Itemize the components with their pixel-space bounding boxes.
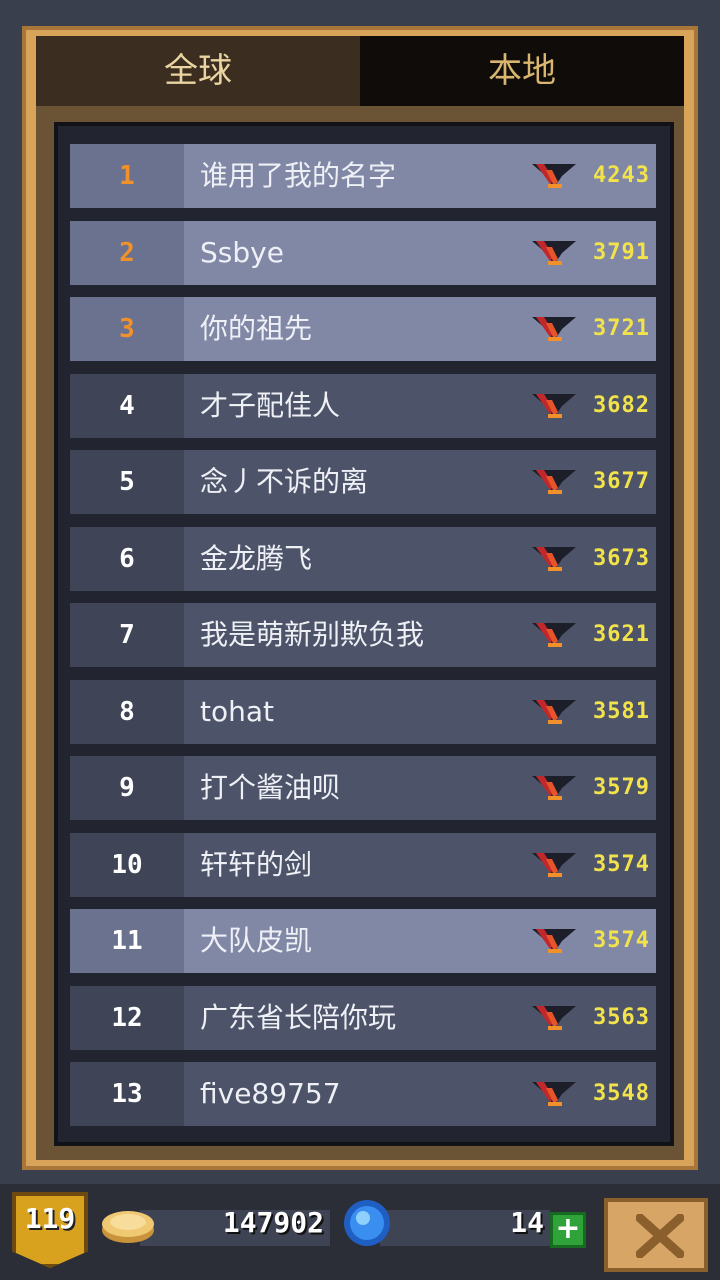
- rank-emblem-icon: [532, 240, 576, 265]
- rank-number: 3: [70, 297, 184, 361]
- rank-number: 10: [70, 832, 184, 897]
- rank-number: 6: [70, 526, 184, 591]
- rank-emblem-icon: [532, 623, 576, 647]
- leaderboard-row[interactable]: 10 轩轩的剑 3574: [70, 832, 656, 897]
- score-value: 3791: [593, 239, 650, 265]
- player-name: 谁用了我的名字: [184, 144, 656, 208]
- coin-icon: [102, 1211, 154, 1243]
- score-value: 3621: [593, 622, 650, 647]
- score-value: 3563: [593, 1004, 650, 1030]
- leaderboard-frame: 全球 本地 1 谁用了我的名字 4243 2 Ssbye 3791 3 你的祖先 3721 4 才子…: [22, 26, 698, 1170]
- level-value: 119: [24, 1202, 76, 1235]
- rank-emblem-icon: [532, 776, 576, 800]
- score-value: 3581: [593, 698, 650, 724]
- leaderboard-row[interactable]: 2 Ssbye 3791: [70, 220, 656, 285]
- player-name: 轩轩的剑: [184, 832, 656, 897]
- player-name: 才子配佳人: [184, 373, 656, 438]
- leaderboard-panel: 全球 本地 1 谁用了我的名字 4243 2 Ssbye 3791 3 你的祖先 3721 4 才子…: [36, 36, 684, 1160]
- leaderboard-row[interactable]: 6 金龙腾飞 3673: [70, 526, 656, 591]
- player-name: 念丿不诉的离: [184, 450, 656, 514]
- tab-bar: 全球 本地: [36, 36, 684, 106]
- leaderboard-row[interactable]: 11 大队皮凯 3574: [70, 909, 656, 973]
- player-name: 打个酱油呗: [184, 756, 656, 820]
- rank-emblem-icon: [532, 852, 576, 877]
- rank-number: 1: [70, 144, 184, 208]
- leaderboard-row[interactable]: 13 five89757 3548: [70, 1062, 656, 1126]
- resource-bar: 119 147902 14 +: [0, 1184, 720, 1280]
- leaderboard-list[interactable]: 1 谁用了我的名字 4243 2 Ssbye 3791 3 你的祖先 3721 4 才子配佳人 368…: [54, 122, 674, 1146]
- score-value: 3682: [593, 392, 650, 418]
- level-badge: 119: [12, 1192, 88, 1268]
- rank-emblem-icon: [532, 929, 576, 953]
- player-name: 大队皮凯: [184, 909, 656, 973]
- leaderboard-row[interactable]: 1 谁用了我的名字 4243: [70, 144, 656, 208]
- player-name: tohat: [184, 679, 656, 744]
- rank-emblem-icon: [532, 1082, 576, 1106]
- coin-count: 147902: [222, 1206, 324, 1239]
- add-gems-button[interactable]: +: [550, 1212, 586, 1248]
- close-icon: [636, 1214, 684, 1258]
- rank-number: 7: [70, 603, 184, 667]
- close-button[interactable]: [604, 1198, 708, 1272]
- score-value: 3673: [593, 545, 650, 571]
- player-name: 广东省长陪你玩: [184, 985, 656, 1050]
- player-name: 金龙腾飞: [184, 526, 656, 591]
- score-value: 3677: [593, 469, 650, 494]
- gem-count: 14: [510, 1206, 544, 1239]
- rank-number: 9: [70, 756, 184, 820]
- score-value: 3721: [593, 316, 650, 341]
- score-value: 3574: [593, 851, 650, 877]
- rank-number: 4: [70, 373, 184, 438]
- rank-emblem-icon: [532, 393, 576, 418]
- leaderboard-row[interactable]: 9 打个酱油呗 3579: [70, 756, 656, 820]
- rank-emblem-icon: [532, 699, 576, 724]
- rank-number: 13: [70, 1062, 184, 1126]
- leaderboard-row[interactable]: 12 广东省长陪你玩 3563: [70, 985, 656, 1050]
- score-value: 3548: [593, 1081, 650, 1106]
- tab-local[interactable]: 本地: [360, 36, 684, 106]
- score-value: 3579: [593, 775, 650, 800]
- rank-number: 11: [70, 909, 184, 973]
- rank-emblem-icon: [532, 164, 576, 188]
- player-name: Ssbye: [184, 220, 656, 285]
- leaderboard-row[interactable]: 8 tohat 3581: [70, 679, 656, 744]
- tab-global[interactable]: 全球: [36, 36, 360, 106]
- player-name: 你的祖先: [184, 297, 656, 361]
- score-value: 4243: [593, 163, 650, 188]
- leaderboard-row[interactable]: 3 你的祖先 3721: [70, 297, 656, 361]
- rank-number: 5: [70, 450, 184, 514]
- rank-number: 8: [70, 679, 184, 744]
- rank-number: 12: [70, 985, 184, 1050]
- rank-emblem-icon: [532, 470, 576, 494]
- gem-icon: [344, 1200, 390, 1246]
- leaderboard-row[interactable]: 5 念丿不诉的离 3677: [70, 450, 656, 514]
- rank-emblem-icon: [532, 1005, 576, 1030]
- leaderboard-row[interactable]: 4 才子配佳人 3682: [70, 373, 656, 438]
- player-name: 我是萌新别欺负我: [184, 603, 656, 667]
- player-name: five89757: [184, 1062, 656, 1126]
- rank-number: 2: [70, 220, 184, 285]
- leaderboard-row[interactable]: 7 我是萌新别欺负我 3621: [70, 603, 656, 667]
- rank-emblem-icon: [532, 317, 576, 341]
- score-value: 3574: [593, 928, 650, 953]
- rank-emblem-icon: [532, 546, 576, 571]
